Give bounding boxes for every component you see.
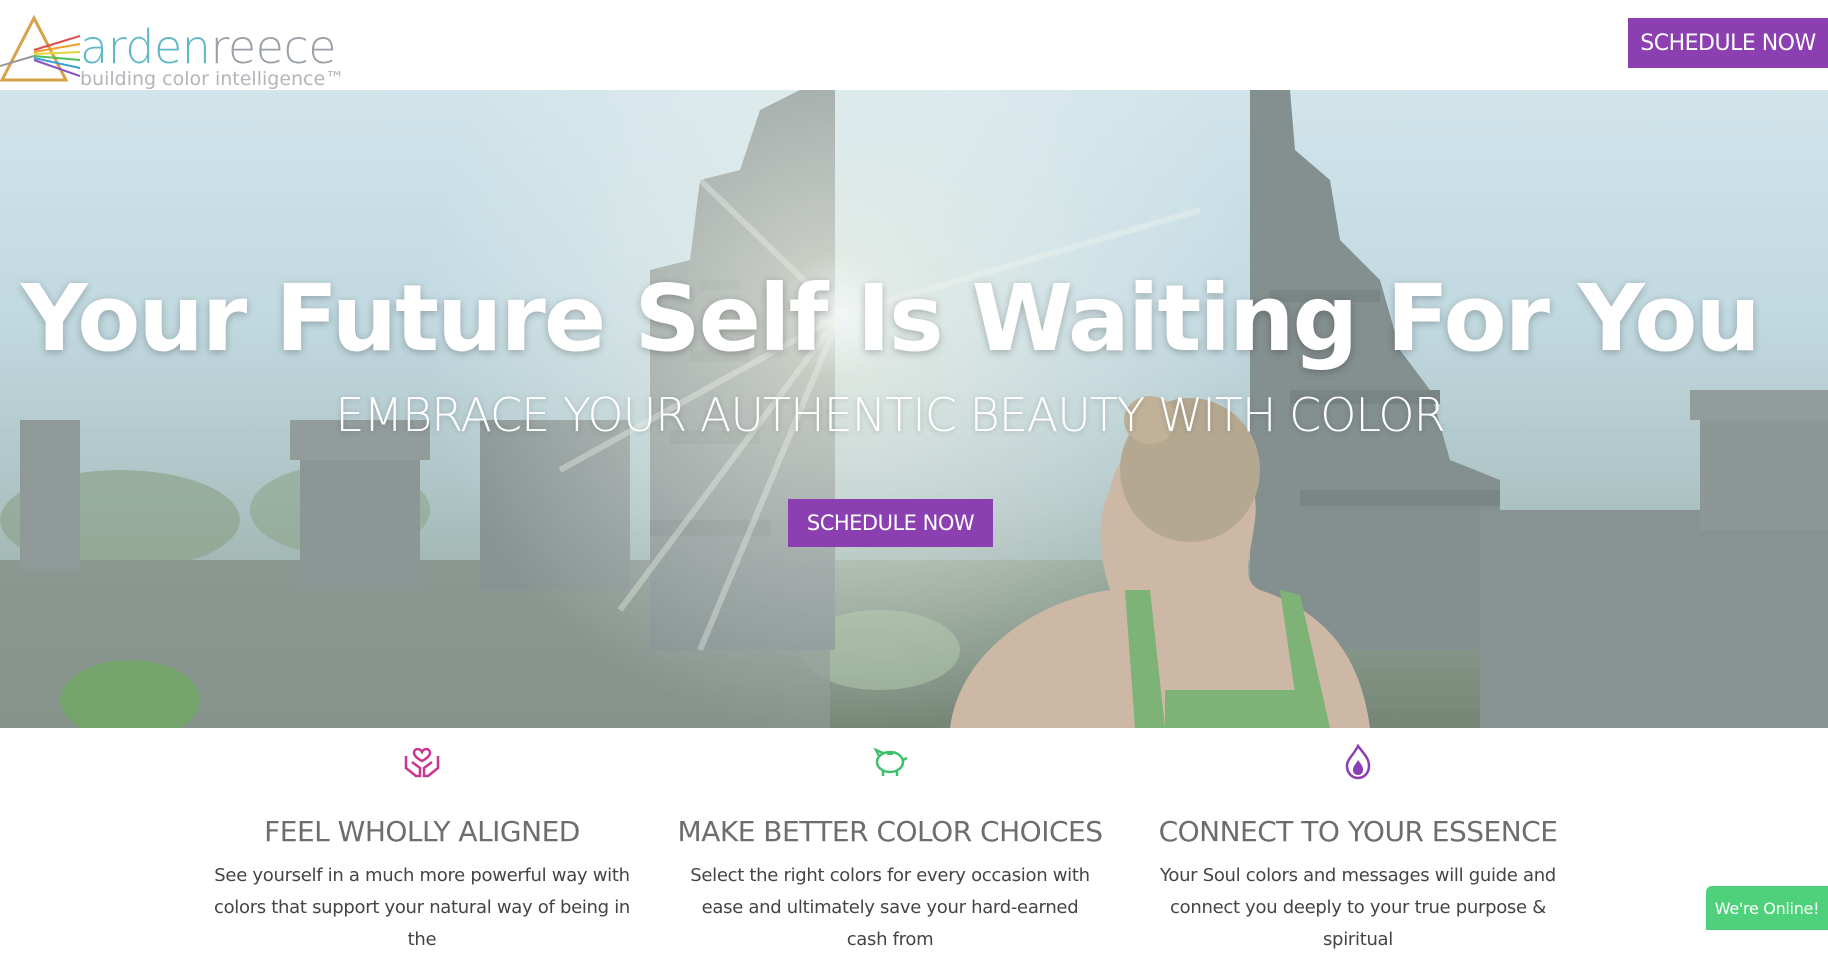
chat-online-button[interactable]: We're Online! (1706, 886, 1828, 930)
logo-tagline: building color intelligence™ (80, 68, 345, 90)
site-header: ardenreece building color intelligence™ … (0, 0, 1828, 90)
piggy-bank-icon (873, 747, 908, 776)
logo-wordmark-reece: reece (210, 20, 337, 74)
feature-title: FEEL WHOLLY ALIGNED (264, 815, 580, 848)
feature-description: Select the right colors for every occasi… (690, 865, 1090, 950)
logo-wordmark: ardenreece (80, 24, 337, 70)
hero-banner: Your Future Self Is Waiting For You EMBR… (0, 90, 1828, 728)
feature-title: CONNECT TO YOUR ESSENCE (1158, 815, 1558, 848)
feature-description: See yourself in a much more powerful way… (213, 865, 631, 950)
feature-title: MAKE BETTER COLOR CHOICES (677, 815, 1103, 848)
prism-logo-icon (0, 14, 80, 82)
hero-title: Your Future Self Is Waiting For You (21, 265, 1761, 372)
logo[interactable]: ardenreece building color intelligence™ (0, 14, 344, 90)
hands-heart-icon (404, 747, 440, 778)
hero-subtitle: EMBRACE YOUR AUTHENTIC BEAUTY WITH COLOR (335, 388, 1445, 442)
logo-wordmark-arden: arden (80, 20, 211, 74)
hero-schedule-now-button[interactable]: SCHEDULE NOW (788, 499, 993, 547)
header-schedule-now-button[interactable]: SCHEDULE NOW (1628, 18, 1828, 68)
feature-description: Your Soul colors and messages will guide… (1160, 865, 1556, 950)
flame-icon (1345, 744, 1371, 780)
features-section: FEEL WHOLLY ALIGNED See yourself in a mu… (0, 728, 1828, 950)
